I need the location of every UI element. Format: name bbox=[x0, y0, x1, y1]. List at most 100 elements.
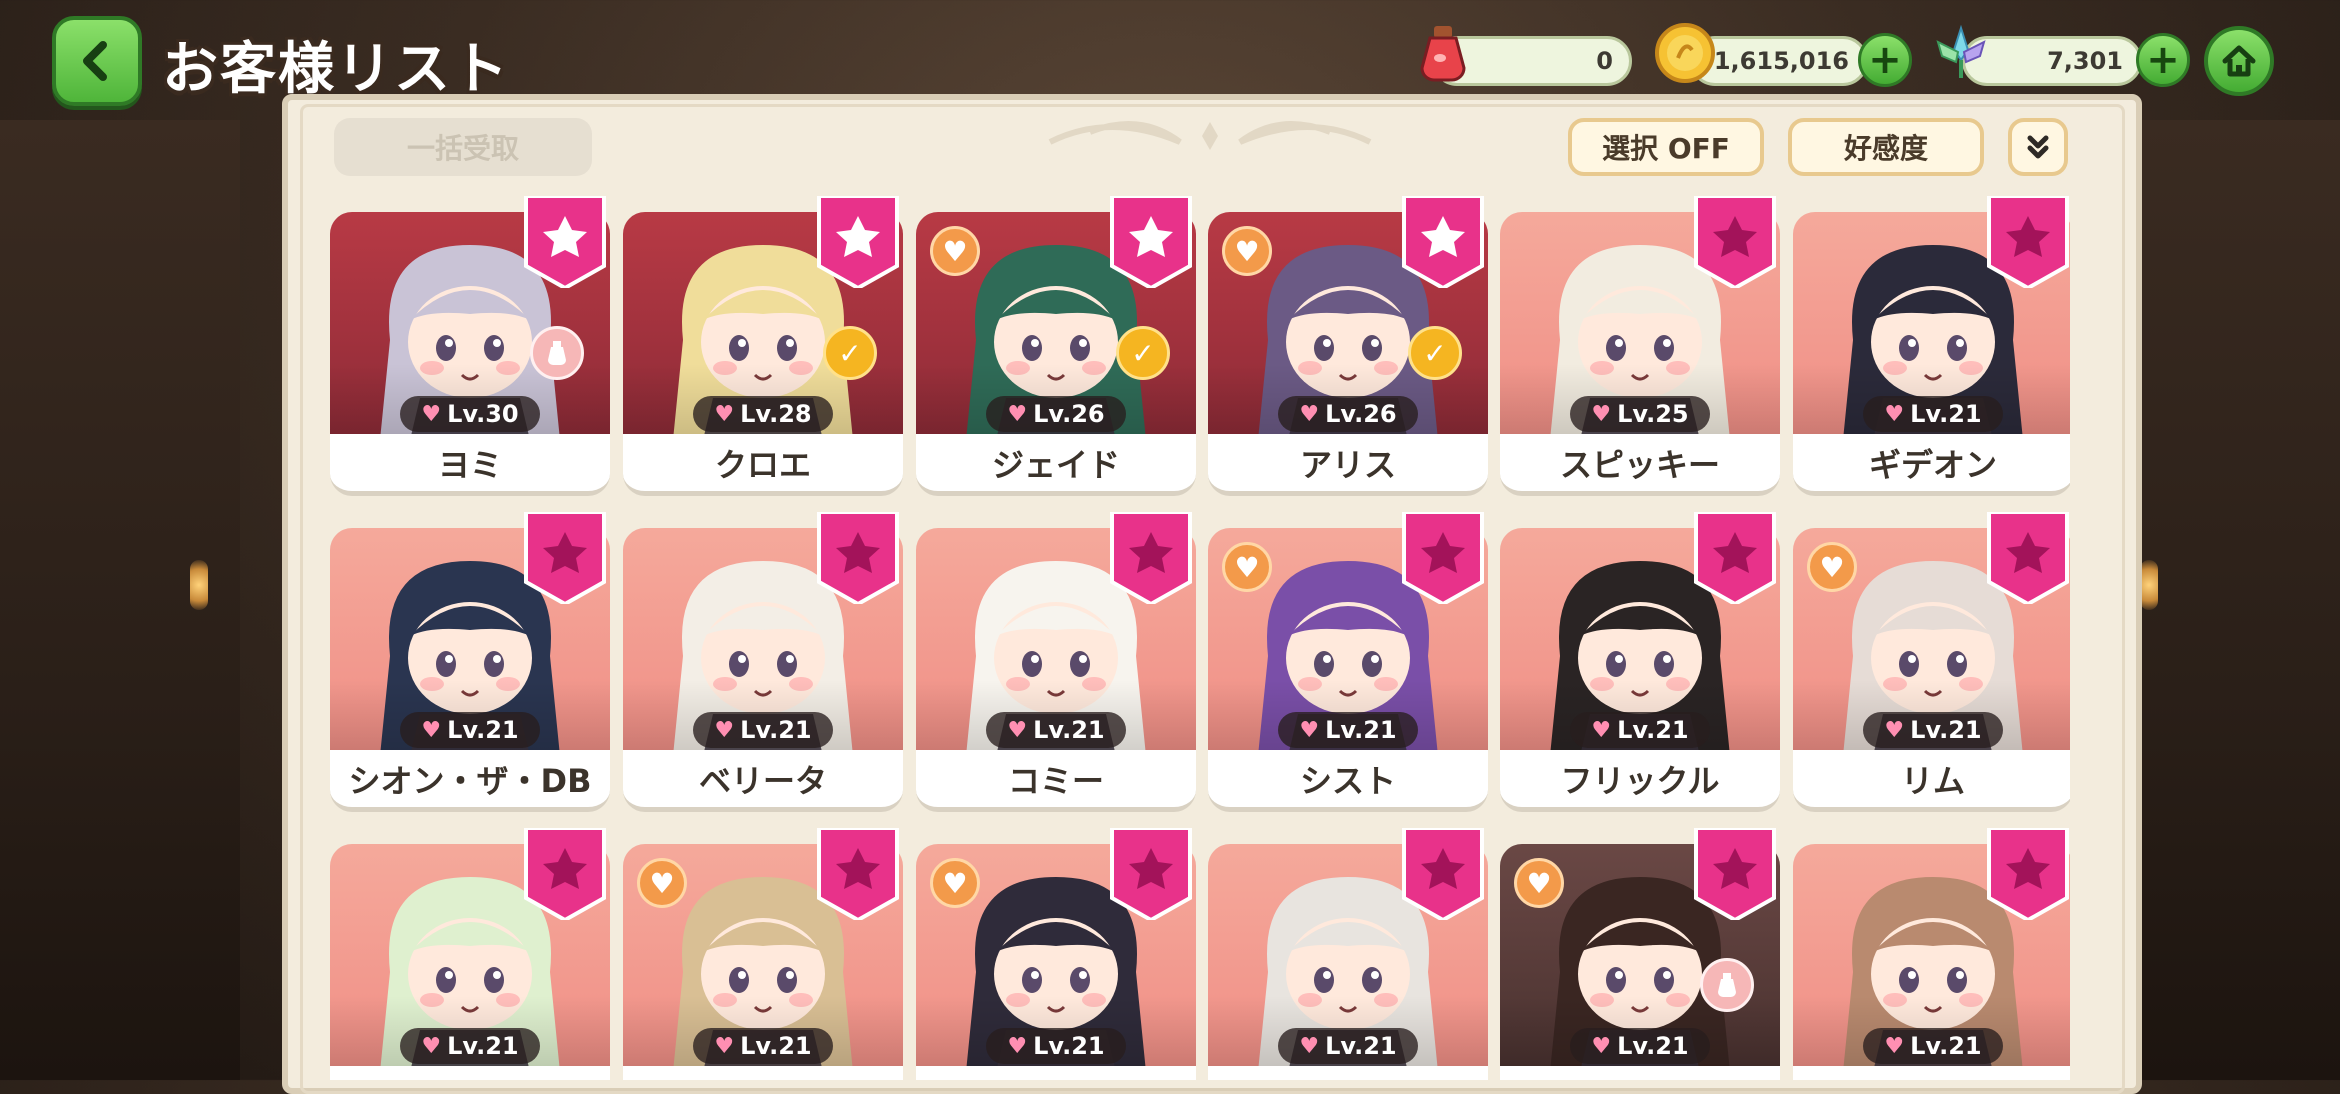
customer-card[interactable]: ♥ Lv.21 ギデオン bbox=[1793, 196, 2070, 496]
heart-icon: ♥ bbox=[1884, 717, 1905, 743]
level-text: Lv.21 bbox=[447, 716, 519, 744]
star-ribbon-icon bbox=[1402, 196, 1484, 288]
home-button[interactable] bbox=[2204, 26, 2274, 96]
heart-icon: ♥ bbox=[1591, 717, 1612, 743]
rank-ribbon-icon bbox=[1110, 512, 1192, 604]
sort-affinity-button[interactable]: 好感度 bbox=[1788, 118, 1984, 176]
heart-icon: ♥ bbox=[1884, 1033, 1905, 1059]
level-badge: ♥ Lv.21 bbox=[1570, 1028, 1710, 1064]
customer-card[interactable]: ♥ Lv.21 コミー bbox=[916, 512, 1196, 812]
level-badge: ♥ Lv.21 bbox=[986, 712, 1126, 748]
customer-name bbox=[1793, 1066, 2070, 1080]
check-badge-icon: ✓ bbox=[1408, 326, 1462, 380]
check-badge-icon: ✓ bbox=[823, 326, 877, 380]
affinity-heart-icon: ♥ bbox=[930, 226, 980, 276]
potion-badge-icon bbox=[530, 326, 584, 380]
rank-ribbon-icon bbox=[817, 512, 899, 604]
customer-name: ヨミ bbox=[330, 434, 610, 496]
customer-name: ベリータ bbox=[623, 750, 903, 812]
level-text: Lv.21 bbox=[1910, 400, 1982, 428]
candle-light-right bbox=[2140, 560, 2158, 610]
affinity-heart-icon: ♥ bbox=[1807, 542, 1857, 592]
rank-ribbon-icon bbox=[1987, 512, 2069, 604]
customer-card[interactable]: ♥ Lv.21 bbox=[1793, 828, 2070, 1080]
rank-ribbon-icon bbox=[1694, 828, 1776, 920]
customer-card[interactable]: ♥ Lv.21 bbox=[330, 828, 610, 1080]
heart-icon: ♥ bbox=[1299, 717, 1320, 743]
page-title: お客様リスト bbox=[162, 37, 510, 102]
customer-name: クロエ bbox=[623, 434, 903, 496]
rank-ribbon-icon bbox=[1402, 512, 1484, 604]
home-icon bbox=[2222, 45, 2256, 77]
back-button[interactable] bbox=[52, 16, 142, 106]
rank-ribbon-icon bbox=[524, 512, 606, 604]
gold-count: 1,615,016 bbox=[1713, 47, 1849, 75]
rank-ribbon-icon bbox=[817, 828, 899, 920]
potion-icon bbox=[1420, 26, 1466, 82]
customer-card[interactable]: ♥ ♥ Lv.21 bbox=[916, 828, 1196, 1080]
rank-ribbon-icon bbox=[1402, 828, 1484, 920]
level-badge: ♥ Lv.21 bbox=[1863, 1028, 2003, 1064]
level-text: Lv.21 bbox=[740, 716, 812, 744]
level-badge: ♥ Lv.25 bbox=[1570, 396, 1710, 432]
heart-icon: ♥ bbox=[1884, 401, 1905, 427]
level-badge: ♥ Lv.26 bbox=[1278, 396, 1418, 432]
customer-card[interactable]: ♥ Lv.30 ヨミ bbox=[330, 196, 610, 496]
level-badge: ♥ Lv.21 bbox=[1863, 396, 2003, 432]
level-badge: ♥ Lv.21 bbox=[1278, 1028, 1418, 1064]
customer-name bbox=[916, 1066, 1196, 1080]
level-badge: ♥ Lv.21 bbox=[693, 1028, 833, 1064]
level-badge: ♥ Lv.26 bbox=[986, 396, 1126, 432]
customer-card[interactable]: ♥ ✓ ♥ Lv.26 ジェイド bbox=[916, 196, 1196, 496]
rank-ribbon-icon bbox=[1987, 196, 2069, 288]
customer-card[interactable]: ✓ ♥ Lv.28 クロエ bbox=[623, 196, 903, 496]
customer-card[interactable]: ♥ Lv.21 bbox=[1208, 828, 1488, 1080]
customer-card[interactable]: ♥ ♥ Lv.21 リム bbox=[1793, 512, 2070, 812]
level-badge: ♥ Lv.21 bbox=[1278, 712, 1418, 748]
expand-sort-button[interactable] bbox=[2008, 118, 2068, 176]
level-text: Lv.21 bbox=[1617, 1032, 1689, 1060]
level-text: Lv.25 bbox=[1617, 400, 1689, 428]
customer-card[interactable]: ♥ ♥ Lv.21 bbox=[623, 828, 903, 1080]
add-gold-button[interactable]: + bbox=[1858, 33, 1912, 87]
heart-icon: ♥ bbox=[1007, 1033, 1028, 1059]
heart-icon: ♥ bbox=[1007, 401, 1028, 427]
customer-card[interactable]: ♥ Lv.21 フリックル bbox=[1500, 512, 1780, 812]
customer-card[interactable]: ♥ Lv.21 ベリータ bbox=[623, 512, 903, 812]
heart-icon: ♥ bbox=[1299, 1033, 1320, 1059]
select-toggle-button[interactable]: 選択 OFF bbox=[1568, 118, 1764, 176]
customer-name: リム bbox=[1793, 750, 2070, 812]
customer-grid: ♥ Lv.30 ヨミ ✓ ♥ Lv.28 クロエ ♥ ✓ ♥ Lv.26 ジェイド ♥ ✓ ♥ Lv.26 アリ… bbox=[330, 196, 2070, 1080]
gold-coin-icon bbox=[1655, 23, 1715, 83]
heart-icon: ♥ bbox=[714, 717, 735, 743]
chevron-left-icon bbox=[83, 41, 107, 81]
heart-icon: ♥ bbox=[1591, 401, 1612, 427]
customer-name bbox=[1500, 1066, 1780, 1080]
level-text: Lv.28 bbox=[740, 400, 812, 428]
double-chevron-down-icon bbox=[2027, 135, 2049, 159]
customer-card[interactable]: ♥ ♥ Lv.21 bbox=[1500, 828, 1780, 1080]
level-text: Lv.21 bbox=[1033, 716, 1105, 744]
customer-card[interactable]: ♥ Lv.25 スピッキー bbox=[1500, 196, 1780, 496]
customer-name: コミー bbox=[916, 750, 1196, 812]
heart-icon: ♥ bbox=[421, 1033, 442, 1059]
customer-name bbox=[1208, 1066, 1488, 1080]
add-crystal-button[interactable]: + bbox=[2136, 33, 2190, 87]
customer-name: アリス bbox=[1208, 434, 1488, 496]
collect-all-button[interactable]: 一括受取 bbox=[334, 118, 592, 176]
customer-card[interactable]: ♥ ✓ ♥ Lv.26 アリス bbox=[1208, 196, 1488, 496]
level-text: Lv.21 bbox=[1617, 716, 1689, 744]
potion-count: 0 bbox=[1596, 47, 1613, 75]
level-badge: ♥ Lv.21 bbox=[693, 712, 833, 748]
heart-icon: ♥ bbox=[714, 1033, 735, 1059]
level-text: Lv.21 bbox=[447, 1032, 519, 1060]
level-badge: ♥ Lv.30 bbox=[400, 396, 540, 432]
star-ribbon-icon bbox=[1110, 196, 1192, 288]
rank-ribbon-icon bbox=[1110, 828, 1192, 920]
potion-badge-icon bbox=[1700, 958, 1754, 1012]
crystal-count: 7,301 bbox=[2047, 47, 2123, 75]
customer-card[interactable]: ♥ Lv.21 シオン・ザ・DB bbox=[330, 512, 610, 812]
customer-card[interactable]: ♥ ♥ Lv.21 シスト bbox=[1208, 512, 1488, 812]
customer-name: ジェイド bbox=[916, 434, 1196, 496]
level-badge: ♥ Lv.21 bbox=[1863, 712, 2003, 748]
